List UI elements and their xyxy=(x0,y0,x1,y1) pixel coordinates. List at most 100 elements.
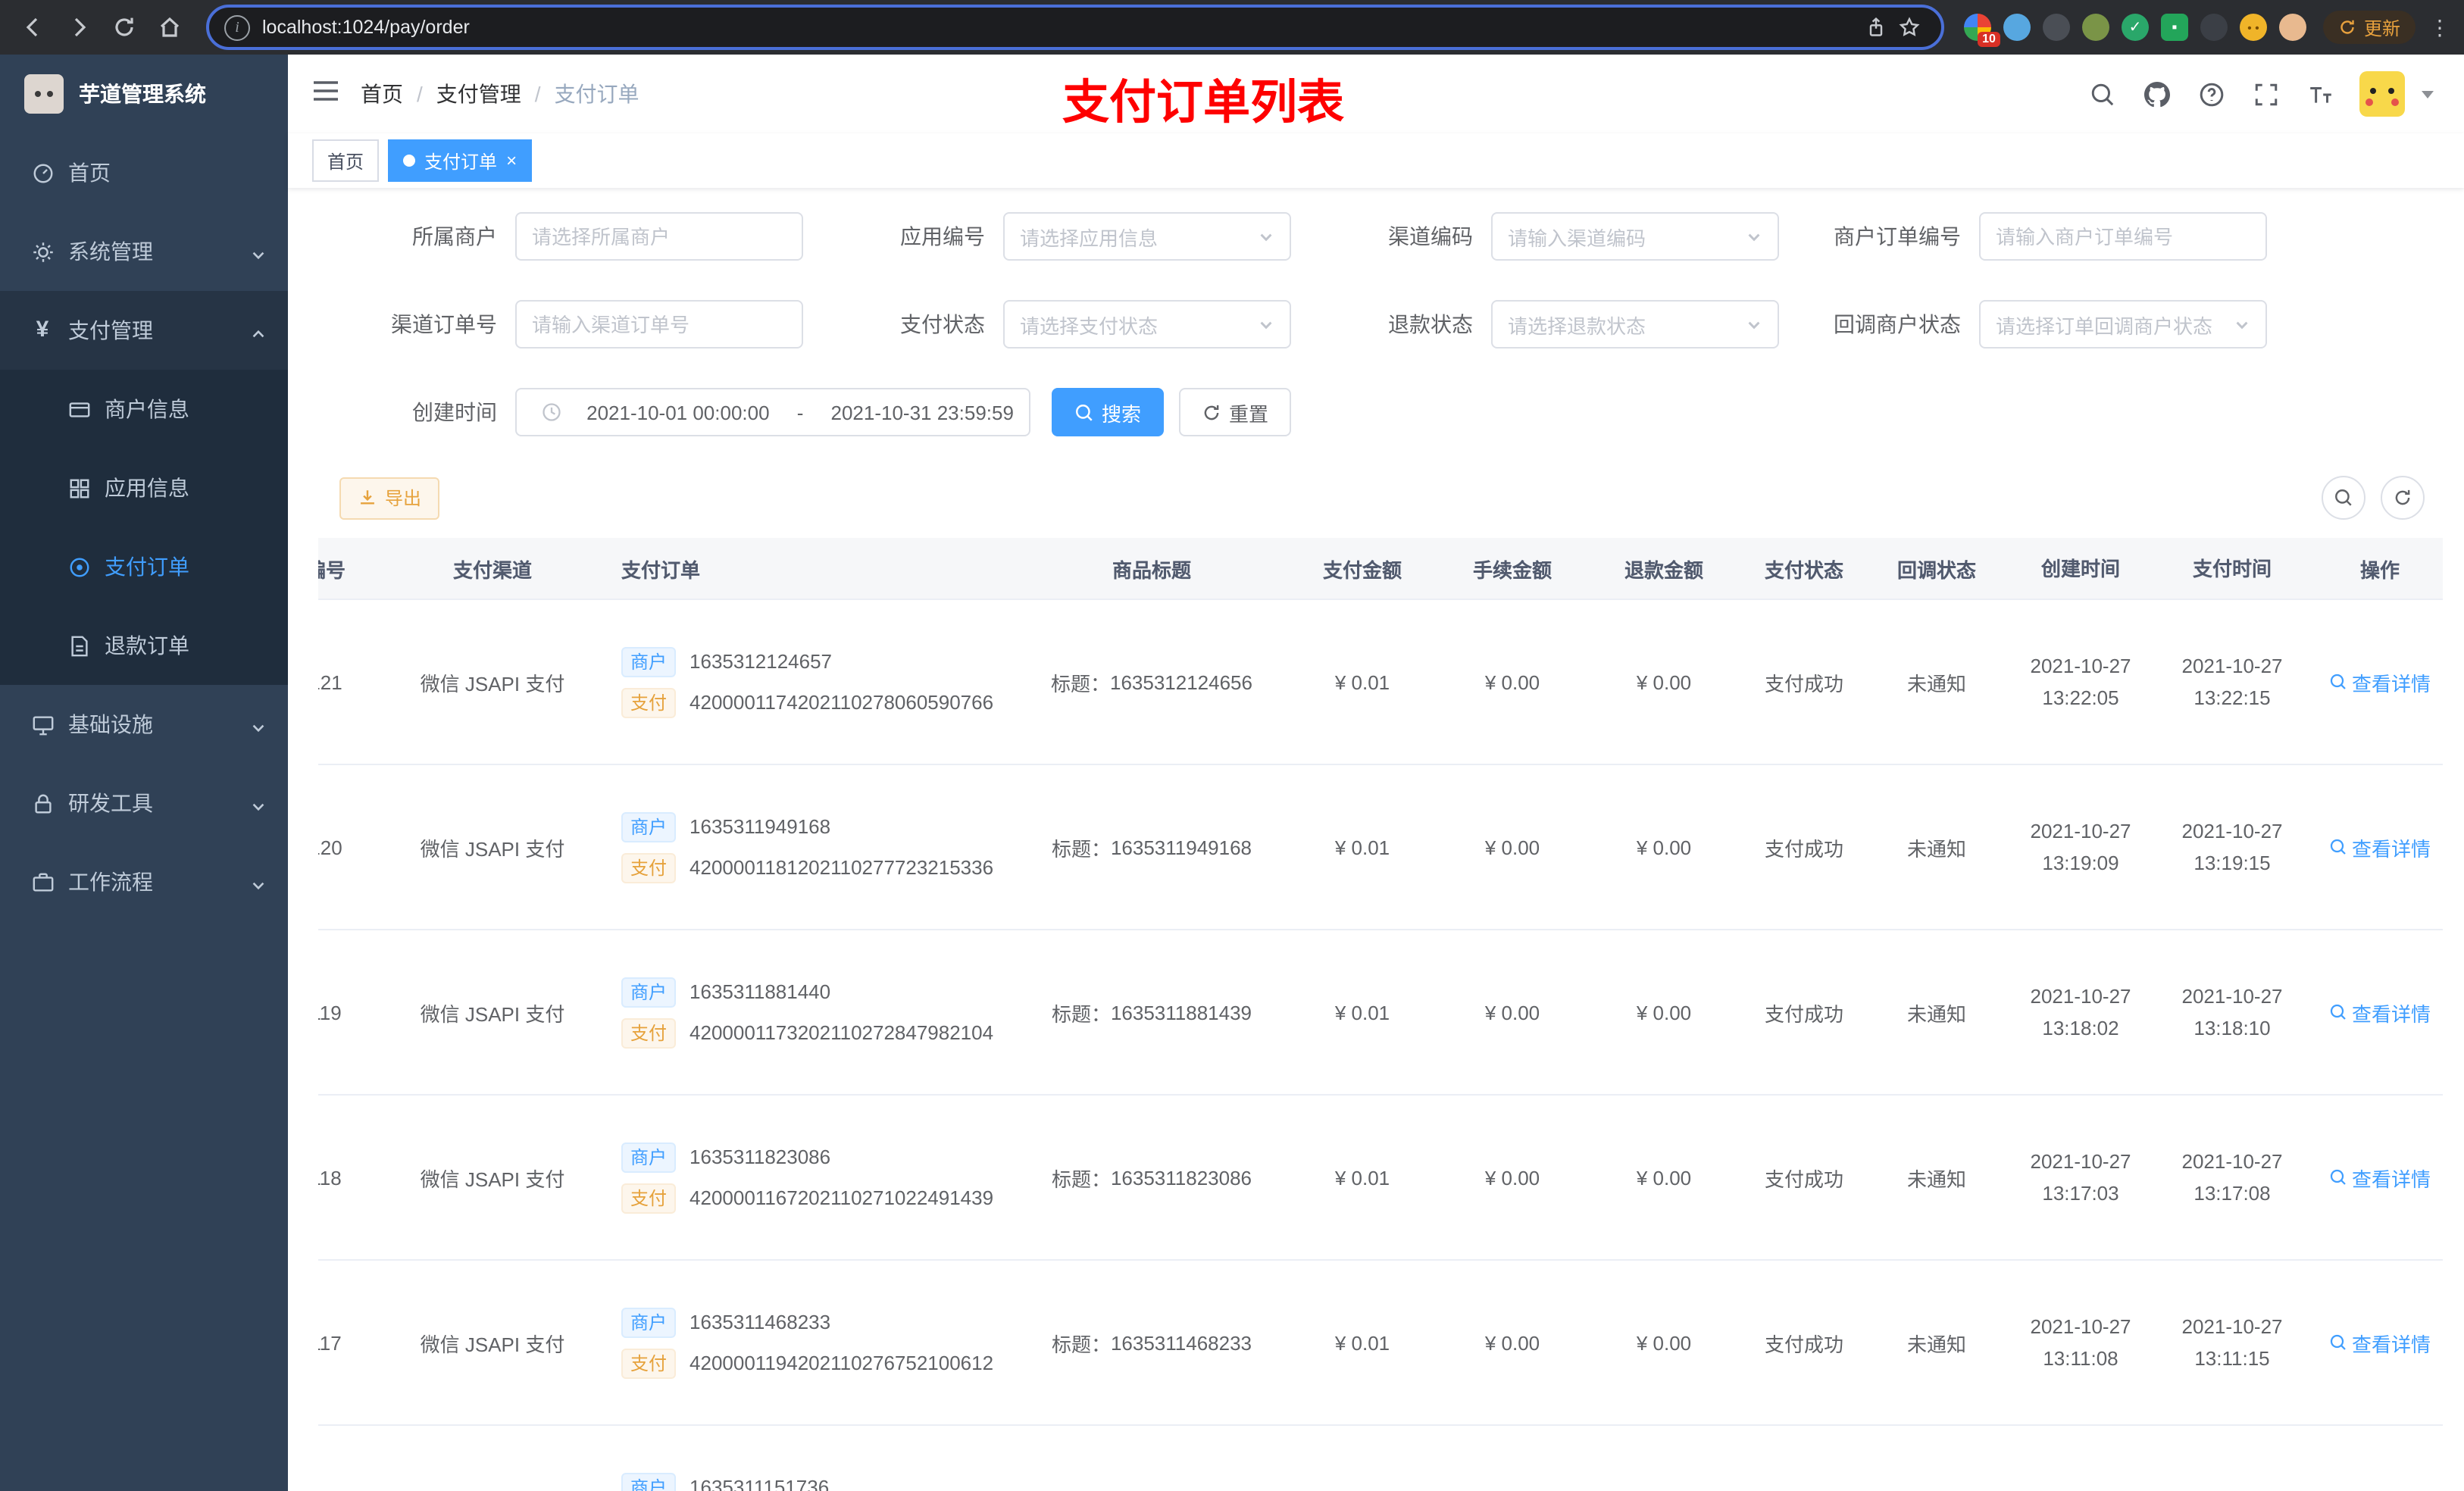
fullscreen-icon[interactable] xyxy=(2241,70,2290,118)
sidebar-item-system[interactable]: 系统管理 xyxy=(0,212,288,291)
channel-code-label: 渠道编码 xyxy=(1388,224,1473,248)
cell-pay-time: 2021-10-27 13:22:15 xyxy=(2181,655,2283,709)
extension-check-icon[interactable]: ✓ xyxy=(2121,14,2149,41)
merchant-order-no-label: 商户订单编号 xyxy=(1834,224,1961,248)
back-button[interactable] xyxy=(12,6,55,48)
sidebar-item-merchant-info[interactable]: 商户信息 xyxy=(0,370,288,449)
forward-button[interactable] xyxy=(58,6,100,48)
cell-pay-time: 2021-10-27 13:11:15 xyxy=(2181,1315,2283,1370)
site-info-icon[interactable]: i xyxy=(224,14,250,40)
create-time-label: 创建时间 xyxy=(412,400,497,424)
search-icon[interactable] xyxy=(2078,70,2126,118)
user-avatar[interactable] xyxy=(2359,71,2405,117)
col-header-notify: 回调状态 xyxy=(1896,558,1976,581)
address-bar[interactable]: i localhost:1024/pay/order xyxy=(206,5,1944,50)
cell-pay-time: 2021-10-27 13:19:15 xyxy=(2181,820,2283,874)
app-id-select[interactable]: 请选择应用信息 xyxy=(1003,212,1291,261)
merchant-order-no-input[interactable] xyxy=(1979,212,2267,261)
breadcrumb-pay-manage[interactable]: 支付管理 xyxy=(436,79,521,109)
cell-fee-amount: ¥ 0.00 xyxy=(1484,836,1540,858)
search-icon xyxy=(2330,839,2346,855)
view-detail-link[interactable]: 查看详情 xyxy=(2329,998,2431,1027)
end-date-value: 2021-10-31 23:59:59 xyxy=(830,401,1014,424)
refresh-icon xyxy=(2395,489,2410,505)
extension-olive-icon[interactable] xyxy=(2081,14,2109,41)
merchant-order-no: 1635311823086 xyxy=(689,1146,831,1168)
refund-status-select[interactable]: 请选择退款状态 xyxy=(1491,300,1779,349)
cell-order-id: 121 xyxy=(318,670,342,693)
pay-order-no: 4200001181202110277723215336 xyxy=(689,856,994,879)
view-detail-link[interactable]: 查看详情 xyxy=(2329,1328,2431,1357)
sidebar-item-devtools[interactable]: 研发工具 xyxy=(0,764,288,842)
profile-avatar-icon[interactable] xyxy=(2278,14,2306,41)
sidebar-item-workflow[interactable]: 工作流程 xyxy=(0,842,288,921)
help-icon[interactable] xyxy=(2187,70,2235,118)
export-button[interactable]: 导出 xyxy=(339,477,440,519)
cell-create-time: 2021-10-27 13:11:08 xyxy=(2030,1315,2131,1370)
cell-fee-amount: ¥ 0.00 xyxy=(1484,1331,1540,1354)
browser-menu-icon[interactable]: ⋮ xyxy=(2428,14,2452,40)
cell-action: 查看详情 xyxy=(2308,667,2452,696)
refresh-button[interactable] xyxy=(2381,476,2425,520)
pay-status-select[interactable]: 请选择支付状态 xyxy=(1003,300,1291,349)
extension-pin-icon[interactable] xyxy=(2200,14,2228,41)
merchant-input[interactable] xyxy=(515,212,803,261)
sidebar-item-payment[interactable]: ¥ 支付管理 xyxy=(0,291,288,370)
bookmark-star-icon[interactable] xyxy=(1893,11,1926,44)
chevron-down-icon xyxy=(1260,233,1272,241)
cell-pay-amount: ¥ 0.01 xyxy=(1334,1331,1390,1354)
cell-pay-status: 支付成功 xyxy=(1764,1002,1843,1025)
collapse-menu-icon[interactable] xyxy=(312,78,339,110)
breadcrumb-home[interactable]: 首页 xyxy=(361,79,403,109)
home-button[interactable] xyxy=(149,6,191,48)
merchant-order-no: 1635311151736 xyxy=(689,1476,830,1491)
merchant-order-no: 1635311949168 xyxy=(689,815,831,838)
cell-action: 查看详情 xyxy=(2308,998,2452,1027)
extension-dark-icon[interactable] xyxy=(2042,14,2070,41)
extension-colorful-icon[interactable]: 10 xyxy=(1963,14,2000,47)
extension-smiley-icon[interactable]: • • xyxy=(2239,14,2267,41)
share-icon[interactable] xyxy=(1859,11,1893,44)
search-icon xyxy=(2330,674,2346,689)
col-header-channel: 支付渠道 xyxy=(452,558,532,581)
breadcrumb: 首页 / 支付管理 / 支付订单 xyxy=(361,79,639,109)
sidebar-item-refund-order[interactable]: 退款订单 xyxy=(0,606,288,685)
table-row: 118 微信 JSAPI 支付 商户 1635311823086 支付 4200… xyxy=(318,1096,2443,1261)
extension-chat-icon[interactable]: ▪ xyxy=(2160,14,2188,41)
cell-notify-status: 未通知 xyxy=(1906,837,1966,860)
view-detail-link[interactable]: 查看详情 xyxy=(2329,1163,2431,1192)
channel-code-select[interactable]: 请输入渠道编码 xyxy=(1491,212,1779,261)
tab-home[interactable]: 首页 xyxy=(312,139,380,182)
channel-order-no-input[interactable] xyxy=(515,300,803,349)
view-detail-link[interactable]: 查看详情 xyxy=(2329,667,2431,696)
github-icon[interactable] xyxy=(2132,70,2181,118)
sidebar-item-home[interactable]: 首页 xyxy=(0,133,288,212)
reset-button[interactable]: 重置 xyxy=(1179,388,1292,436)
cell-create-time: 2021-10-27 13:18:02 xyxy=(2030,985,2131,1039)
page-annotation: 支付订单列表 xyxy=(1062,76,1344,129)
page-content: 所属商户 应用编号 请选择应用信息 渠道编码 请输入渠道编码 商户订单编号 xyxy=(288,188,2464,1491)
cell-refund-amount: ¥ 0.00 xyxy=(1636,1331,1692,1354)
extension-blue-icon[interactable] xyxy=(2003,14,2031,41)
avatar-caret-icon[interactable] xyxy=(2422,90,2434,98)
cell-pay-time: 2021-10-27 13:18:10 xyxy=(2181,985,2283,1039)
view-detail-link[interactable]: 查看详情 xyxy=(2329,833,2431,861)
cell-pay-channel: 微信 JSAPI 支付 xyxy=(420,672,565,695)
merchant-label: 所属商户 xyxy=(412,224,497,248)
sidebar-item-app-info[interactable]: 应用信息 xyxy=(0,449,288,527)
font-size-icon[interactable] xyxy=(2296,70,2344,118)
reload-button[interactable] xyxy=(103,6,145,48)
search-button[interactable]: 搜索 xyxy=(1052,388,1165,436)
url-text[interactable]: localhost:1024/pay/order xyxy=(262,17,1859,38)
close-tab-icon[interactable]: × xyxy=(506,152,517,170)
callback-status-select[interactable]: 请选择订单回调商户状态 xyxy=(1979,300,2267,349)
browser-update-button[interactable]: 更新 xyxy=(2322,11,2416,44)
toggle-search-button[interactable] xyxy=(2322,476,2366,520)
sidebar-item-pay-order[interactable]: 支付订单 xyxy=(0,527,288,606)
cell-pay-status: 支付成功 xyxy=(1764,1333,1843,1355)
tab-pay-order[interactable]: 支付订单 × xyxy=(388,139,533,182)
create-time-range-picker[interactable]: 2021-10-01 00:00:00 - 2021-10-31 23:59:5… xyxy=(515,388,1030,436)
cell-pay-amount: ¥ 0.01 xyxy=(1334,836,1390,858)
grid-icon xyxy=(67,476,91,500)
sidebar-item-infra[interactable]: 基础设施 xyxy=(0,685,288,764)
